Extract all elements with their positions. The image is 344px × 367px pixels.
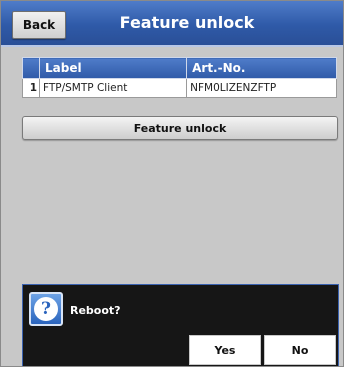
row-art-no: NFM0LIZENZFTP — [186, 78, 337, 98]
yes-button[interactable]: Yes — [189, 335, 261, 365]
table-row[interactable]: 1 FTP/SMTP Client NFM0LIZENZFTP — [22, 78, 337, 98]
page-title: Feature unlock — [119, 13, 255, 32]
column-header-art-no[interactable]: Art.-No. — [186, 57, 337, 79]
dialog-message: Reboot? — [70, 304, 121, 317]
no-button[interactable]: No — [264, 335, 336, 365]
row-index: 1 — [22, 78, 40, 98]
column-header-index — [22, 57, 40, 79]
column-header-label[interactable]: Label — [38, 57, 188, 79]
reboot-dialog: ? Reboot? Yes No — [22, 284, 339, 366]
feature-unlock-button[interactable]: Feature unlock — [22, 116, 338, 140]
question-icon: ? — [29, 292, 63, 326]
table-header-row: Label Art.-No. — [22, 57, 337, 79]
app-window: Back Feature unlock Label Art.-No. 1 FTP… — [0, 0, 344, 367]
title-bar: Back Feature unlock — [1, 1, 343, 47]
feature-table: Label Art.-No. 1 FTP/SMTP Client NFM0LIZ… — [22, 57, 337, 98]
row-label: FTP/SMTP Client — [38, 78, 188, 98]
